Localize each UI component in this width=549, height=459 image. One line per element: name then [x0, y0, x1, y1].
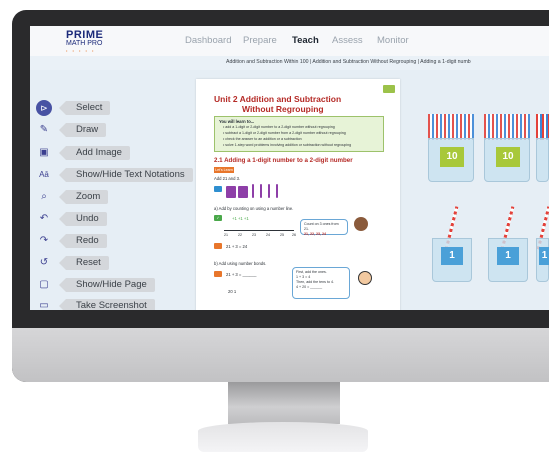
tool-label[interactable]: Add Image: [59, 146, 130, 160]
straw-bundle: [428, 114, 474, 140]
number-line-tick: 22: [238, 233, 242, 237]
section-title: 2.1 Adding a 1-digit number to a 2-digit…: [214, 157, 353, 164]
learning-objectives-box: You will learn to... • add a 1-digit or …: [214, 116, 384, 152]
select-arrow-icon[interactable]: ⊳: [36, 100, 52, 116]
tool-label[interactable]: Take Screenshot: [59, 299, 155, 310]
tool-undo[interactable]: ↶ Undo: [34, 211, 234, 227]
stick-icon: [276, 184, 278, 198]
monitor-base: [198, 422, 368, 452]
tool-label[interactable]: Undo: [59, 212, 107, 226]
speech-text: Count on 3 ones from 21.: [304, 222, 339, 231]
tool-zoom[interactable]: ⌕ Zoom: [34, 189, 234, 205]
cup-label: 10: [440, 147, 464, 167]
pencil-icon[interactable]: ✎: [38, 124, 50, 136]
monitor-chin: [12, 328, 549, 382]
learn-line: • add a 1-digit or 2-digit number to a 2…: [223, 125, 335, 129]
cup-ten-partial[interactable]: [536, 138, 549, 182]
tool-label[interactable]: Show/Hide Text Notations: [59, 168, 193, 182]
top-navigation: PRIME MATH PRO • • • • • Dashboard Prepa…: [30, 26, 549, 56]
cup-one[interactable]: 1: [488, 238, 528, 282]
tool-label[interactable]: Select: [58, 101, 111, 115]
learn-line: • subtract a 1-digit or 2-digit number f…: [223, 131, 346, 135]
breadcrumb: Addition and Subtraction Within 100 | Ad…: [226, 59, 471, 65]
tool-screenshot[interactable]: ▭ Take Screenshot: [34, 298, 234, 310]
redo-icon[interactable]: ↷: [38, 235, 50, 247]
learn-line: • solve 1-step word problems involving a…: [223, 143, 352, 147]
cup-one-partial[interactable]: 1: [536, 238, 549, 282]
tool-draw[interactable]: ✎ Draw: [34, 122, 234, 138]
tool-text-notations[interactable]: Aā Show/Hide Text Notations: [34, 167, 234, 183]
stick-icon: [260, 184, 262, 198]
image-icon[interactable]: ▣: [38, 147, 50, 159]
tool-label[interactable]: Draw: [58, 123, 107, 137]
ten-bundle-icon: [238, 186, 248, 198]
cup-label: 1: [539, 247, 549, 265]
text-notation-icon[interactable]: Aā: [38, 169, 50, 181]
prime-math-logo[interactable]: PRIME MATH PRO • • • • •: [66, 30, 126, 54]
reset-icon[interactable]: ↺: [38, 257, 50, 269]
page-gallery-icon[interactable]: [383, 85, 395, 93]
undo-icon[interactable]: ↶: [38, 213, 50, 225]
tool-redo[interactable]: ↷ Redo: [34, 233, 234, 249]
logo-line1: PRIME: [66, 29, 104, 41]
speech-text: 4 + 20 = ______: [296, 285, 323, 289]
number-line-tick: 23: [252, 233, 256, 237]
learn-line: • check the answer to an addition or a s…: [223, 137, 302, 141]
nav-monitor[interactable]: Monitor: [377, 35, 409, 46]
straw-bundle: [536, 114, 549, 140]
nav-assess[interactable]: Assess: [332, 35, 363, 46]
logo-line2: MATH PRO: [66, 40, 103, 47]
nav-prepare[interactable]: Prepare: [243, 35, 277, 46]
cup-ten[interactable]: 10: [484, 138, 530, 182]
stick-icon: [268, 184, 270, 198]
tool-label[interactable]: Show/Hide Page: [59, 278, 155, 292]
logo-dots: • • • • •: [66, 48, 96, 53]
cup-label: 1: [497, 247, 519, 265]
cup-one[interactable]: 1: [432, 238, 472, 282]
cup-label: 10: [496, 147, 520, 167]
tool-show-hide-page[interactable]: ▢ Show/Hide Page: [34, 277, 234, 293]
nav-dashboard[interactable]: Dashboard: [185, 35, 231, 46]
student-avatar: [358, 271, 372, 285]
tool-select[interactable]: ⊳ Select: [34, 100, 234, 116]
screen: PRIME MATH PRO • • • • • Dashboard Prepa…: [30, 26, 549, 310]
tool-label[interactable]: Reset: [59, 256, 109, 270]
tool-add-image[interactable]: ▣ Add Image: [34, 145, 234, 161]
magnifier-icon[interactable]: ⌕: [38, 191, 50, 203]
straw-bundle: [484, 114, 530, 140]
speech-bubble: First, add the ones. 1 + 3 = 4 Then, add…: [292, 267, 350, 299]
number-line: [224, 230, 294, 231]
nav-teach[interactable]: Teach: [292, 35, 319, 46]
cup-label: 1: [441, 247, 463, 265]
speech-bubble: Count on 3 ones from 21. 21, 22, 23, 24: [300, 219, 348, 236]
unit-subtitle: Without Regrouping: [242, 104, 324, 114]
tool-reset[interactable]: ↺ Reset: [34, 255, 234, 271]
page-icon[interactable]: ▢: [38, 279, 50, 291]
monitor-stand: [228, 382, 340, 424]
screenshot-icon[interactable]: ▭: [38, 300, 50, 310]
number-line-tick: 24: [266, 233, 270, 237]
student-avatar: [354, 217, 368, 231]
number-line-tick: 26: [292, 233, 296, 237]
tool-label[interactable]: Redo: [59, 234, 107, 248]
stick-icon: [252, 184, 254, 198]
cup-ten[interactable]: 10: [428, 138, 474, 182]
speech-text: 21, 22, 23, 24: [304, 232, 326, 236]
tool-label[interactable]: Zoom: [58, 190, 109, 204]
number-line-jumps: +1 +1 +1: [232, 216, 249, 221]
number-line-tick: 25: [280, 233, 284, 237]
